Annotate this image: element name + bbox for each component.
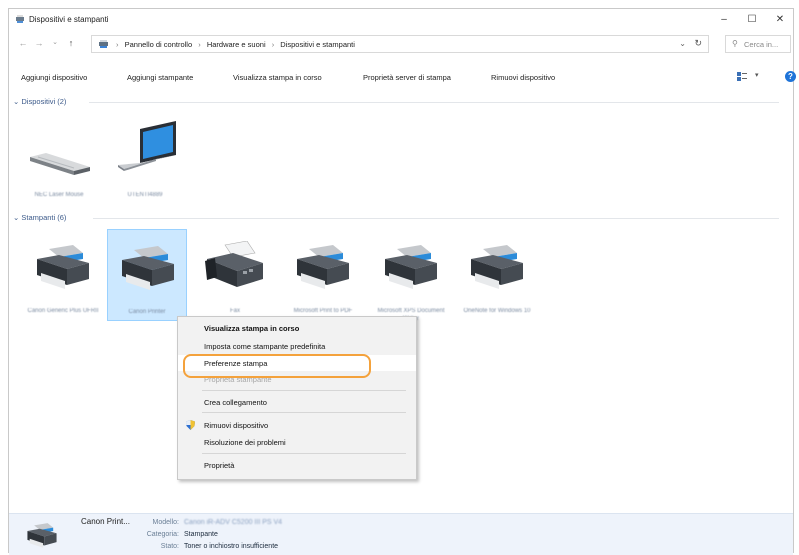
menu-separator bbox=[202, 390, 406, 391]
menu-item-create-shortcut[interactable]: Crea collegamento bbox=[178, 394, 416, 410]
title-bar: Dispositivi e stampanti – ☐ ✕ bbox=[9, 9, 793, 31]
details-status-key: Stato: bbox=[160, 543, 179, 550]
up-arrow-icon[interactable]: ↑ bbox=[65, 37, 77, 49]
address-dropdown-chevron-icon[interactable]: ⌄ bbox=[679, 39, 686, 48]
printer-icon bbox=[471, 245, 523, 289]
group-divider bbox=[89, 102, 779, 103]
chevron-down-icon: ⌄ bbox=[13, 97, 20, 106]
menu-separator bbox=[202, 453, 406, 454]
chevron-right-icon: › bbox=[198, 40, 201, 49]
printer-icon bbox=[122, 246, 174, 290]
printer-ms-pdf[interactable]: Microsoft Print to PDF bbox=[283, 229, 363, 321]
see-printing-button[interactable]: Visualizza stampa in corso bbox=[233, 73, 322, 82]
menu-item-properties[interactable]: Proprietà bbox=[178, 457, 416, 473]
menu-item-remove-device[interactable]: Rimuovi dispositivo bbox=[178, 417, 416, 433]
devices-printers-icon bbox=[16, 15, 24, 23]
address-field[interactable]: › Pannello di controllo › Hardware e suo… bbox=[91, 35, 709, 53]
device-label: Fax bbox=[229, 308, 240, 314]
devices-group-label: Dispositivi (2) bbox=[21, 97, 67, 106]
chevron-right-icon: › bbox=[116, 40, 119, 49]
shield-icon bbox=[186, 420, 195, 430]
printer-canon-generic[interactable]: Canon Generic Plus UFRII bbox=[23, 229, 103, 321]
group-divider bbox=[93, 218, 779, 219]
device-label: UTENTI4889 bbox=[127, 192, 163, 198]
chevron-down-icon: ⌄ bbox=[13, 213, 20, 222]
printer-onenote[interactable]: OneNote for Windows 10 bbox=[457, 229, 537, 321]
address-bar: ← → ⌄ ↑ › Pannello di controllo › Hardwa… bbox=[9, 33, 793, 55]
details-status-value: Toner o inchiostro insufficiente bbox=[184, 543, 279, 550]
remove-device-button[interactable]: Rimuovi dispositivo bbox=[491, 73, 555, 82]
view-options-icon[interactable] bbox=[737, 72, 747, 81]
forward-arrow-icon[interactable]: → bbox=[33, 37, 45, 49]
breadcrumb: › Pannello di controllo › Hardware e suo… bbox=[116, 40, 355, 49]
devices-group-header[interactable]: ⌄ Dispositivi (2) bbox=[13, 97, 783, 106]
printers-group-header[interactable]: ⌄ Stampanti (6) bbox=[13, 213, 783, 222]
printers-group-label: Stampanti (6) bbox=[21, 213, 67, 222]
window-title: Dispositivi e stampanti bbox=[29, 15, 109, 24]
printer-ms-xps[interactable]: Microsoft XPS Document Writer bbox=[371, 229, 451, 322]
menu-item-troubleshoot[interactable]: Risoluzione dei problemi bbox=[178, 434, 416, 450]
search-placeholder: Cerca in... bbox=[744, 40, 779, 49]
device-label: OneNote for Windows 10 bbox=[463, 308, 531, 314]
details-category-key: Categoria: bbox=[146, 531, 179, 538]
menu-item-set-default[interactable]: Imposta come stampante predefinita bbox=[178, 338, 416, 354]
chevron-right-icon: › bbox=[271, 40, 275, 49]
mouse-icon bbox=[30, 153, 90, 175]
search-icon: ⚲ bbox=[732, 39, 738, 48]
printer-fax[interactable]: Fax bbox=[195, 229, 275, 321]
print-server-properties-button[interactable]: Proprietà server di stampa bbox=[363, 73, 451, 82]
details-model-key: Modello: bbox=[152, 519, 179, 526]
minimize-button[interactable]: – bbox=[709, 11, 739, 29]
control-panel-icon bbox=[99, 40, 108, 48]
device-label: Canon Generic Plus UFRII bbox=[27, 308, 99, 314]
device-label: NEC Laser Mouse bbox=[34, 192, 84, 198]
device-label: Canon Printer bbox=[128, 309, 166, 315]
printer-icon bbox=[385, 245, 437, 289]
maximize-button[interactable]: ☐ bbox=[737, 11, 767, 29]
breadcrumb-control-panel[interactable]: Pannello di controllo bbox=[125, 40, 193, 49]
printer-canon-selected[interactable]: Canon Printer bbox=[107, 229, 187, 321]
add-device-button[interactable]: Aggiungi dispositivo bbox=[21, 73, 87, 82]
view-dropdown-chevron-icon[interactable]: ▾ bbox=[755, 71, 759, 79]
refresh-icon[interactable]: ↻ bbox=[694, 38, 702, 49]
close-button[interactable]: ✕ bbox=[765, 11, 795, 29]
breadcrumb-devices-printers[interactable]: Dispositivi e stampanti bbox=[280, 40, 355, 49]
printer-icon bbox=[27, 523, 57, 548]
device-mouse[interactable]: NEC Laser Mouse bbox=[19, 117, 99, 209]
highlight-ring bbox=[183, 354, 371, 378]
menu-item-see-printing[interactable]: Visualizza stampa in corso bbox=[178, 320, 416, 336]
help-icon[interactable]: ? bbox=[785, 71, 796, 82]
search-input[interactable]: ⚲ Cerca in... bbox=[725, 35, 791, 53]
details-pane: Canon Print... Modello: Canon iR-ADV C52… bbox=[9, 513, 793, 555]
details-model-value: Canon iR-ADV C5200 III PS V4 bbox=[184, 519, 283, 526]
command-bar: Aggiungi dispositivo Aggiungi stampante … bbox=[9, 65, 796, 89]
menu-separator bbox=[202, 412, 406, 413]
laptop-icon bbox=[118, 121, 176, 171]
add-printer-button[interactable]: Aggiungi stampante bbox=[127, 73, 193, 82]
recent-chevron-down-icon[interactable]: ⌄ bbox=[49, 37, 61, 49]
printer-icon bbox=[297, 245, 349, 289]
fax-icon bbox=[205, 241, 263, 287]
details-device-name: Canon Print... bbox=[81, 517, 130, 526]
device-laptop[interactable]: UTENTI4889 bbox=[105, 117, 185, 209]
context-menu: Visualizza stampa in corso Imposta come … bbox=[177, 316, 417, 480]
details-category-value: Stampante bbox=[184, 531, 218, 538]
device-label: Microsoft Print to PDF bbox=[293, 308, 353, 314]
breadcrumb-hardware-sound[interactable]: Hardware e suoni bbox=[207, 40, 266, 49]
back-arrow-icon[interactable]: ← bbox=[17, 37, 29, 49]
printer-icon bbox=[37, 245, 89, 289]
